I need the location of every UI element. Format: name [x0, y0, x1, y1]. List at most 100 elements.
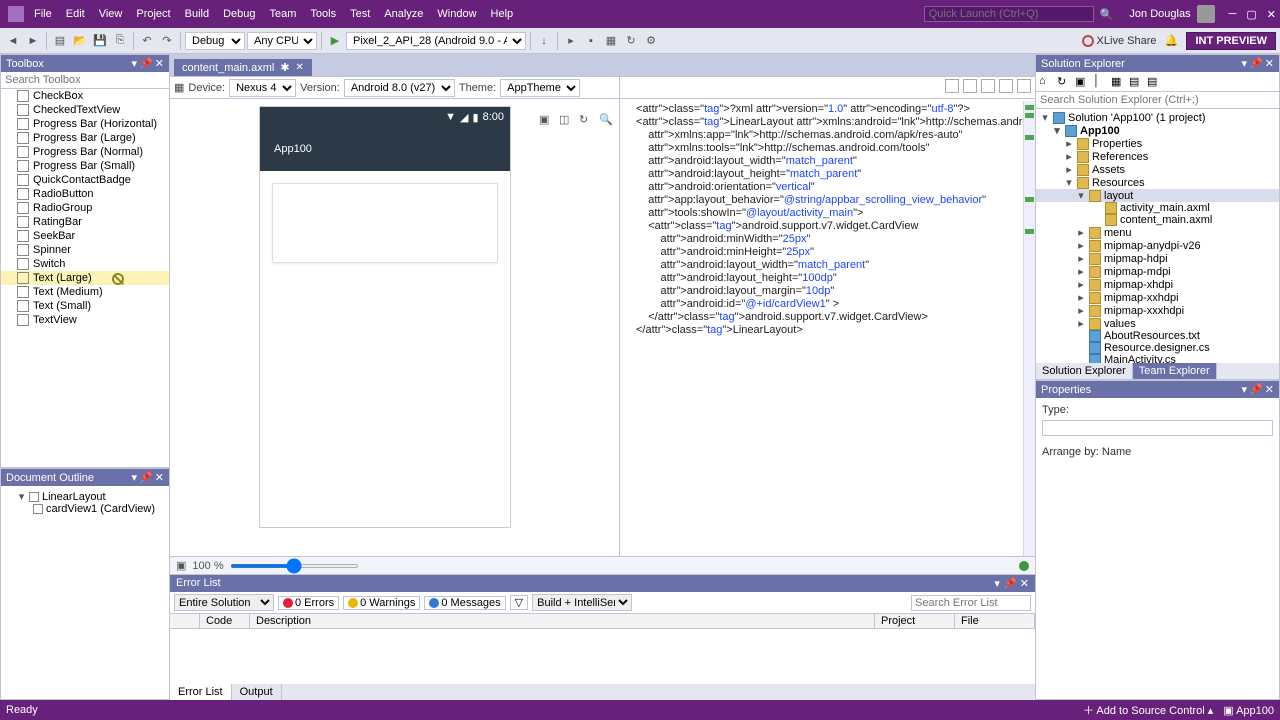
toolbox-item[interactable]: QuickContactBadge [1, 173, 169, 187]
minimize-icon[interactable]: ─ [1229, 8, 1237, 20]
menu-team[interactable]: Team [264, 6, 303, 22]
toolbox-item[interactable]: Switch [1, 257, 169, 271]
menu-test[interactable]: Test [344, 6, 376, 22]
int-preview-button[interactable]: INT PREVIEW [1186, 32, 1276, 50]
menu-project[interactable]: Project [130, 6, 176, 22]
gear-icon[interactable]: ⚙ [642, 32, 660, 50]
solution-search-input[interactable] [1036, 92, 1279, 108]
toolbox-item[interactable]: RatingBar [1, 215, 169, 229]
tree-row[interactable]: ▸menu [1036, 226, 1279, 239]
undo-icon[interactable]: ↶ [138, 32, 156, 50]
source-select[interactable]: Build + IntelliSense [532, 594, 632, 611]
toolbox-item[interactable]: RadioButton [1, 187, 169, 201]
tree-row[interactable]: ▸values [1036, 317, 1279, 330]
toolbox-item[interactable]: RadioGroup [1, 201, 169, 215]
add-source-control[interactable]: ＋ Add to Source Control ▴ [1083, 702, 1213, 718]
close-panel-icon[interactable]: ✕ [155, 471, 164, 484]
save-all-icon[interactable]: ⎘ [111, 32, 129, 50]
dropdown-icon[interactable]: ▾ [1242, 383, 1248, 396]
properties-icon[interactable]: ▤ [1129, 75, 1143, 89]
zoom-slider[interactable] [230, 564, 359, 568]
menu-help[interactable]: Help [485, 6, 520, 22]
close-panel-icon[interactable]: ✕ [155, 57, 164, 70]
pin-icon[interactable]: 📌 [1249, 57, 1263, 70]
tree-row[interactable]: ▸mipmap-xxxhdpi [1036, 304, 1279, 317]
toolbox-item[interactable]: Spinner [1, 243, 169, 257]
menu-window[interactable]: Window [431, 6, 482, 22]
scope-select[interactable]: Entire Solution [174, 594, 274, 611]
toolbox-item[interactable]: Text (Large) [1, 271, 169, 285]
config-select[interactable]: Debug [185, 32, 245, 50]
pin-icon[interactable]: 📌 [139, 471, 153, 484]
dropdown-icon[interactable]: ▾ [132, 471, 138, 484]
toolbox-item[interactable]: SeekBar [1, 229, 169, 243]
step2-icon[interactable]: ▪ [582, 32, 600, 50]
refresh-icon[interactable]: ↻ [622, 32, 640, 50]
fit-icon[interactable]: ▣ [176, 559, 186, 572]
device-select[interactable]: Pixel_2_API_28 (Android 9.0 - API 28) [346, 32, 526, 50]
open-icon[interactable]: 📂 [71, 32, 89, 50]
tree-row[interactable]: ▾Resources [1036, 176, 1279, 189]
toolbox-item[interactable]: Text (Small) [1, 299, 169, 313]
zoom-icon[interactable]: ▣ [539, 113, 553, 127]
tree-row[interactable]: ▾App100 [1036, 124, 1279, 137]
tab-solution-explorer[interactable]: Solution Explorer [1036, 363, 1133, 379]
menu-file[interactable]: File [28, 6, 58, 22]
errors-filter[interactable]: 0 Errors [278, 596, 339, 610]
scroll-marker-bar[interactable] [1023, 101, 1035, 556]
tree-row[interactable]: ▸mipmap-hdpi [1036, 252, 1279, 265]
tree-row[interactable]: ▸Properties [1036, 137, 1279, 150]
toolbox-item[interactable]: CheckedTextView [1, 103, 169, 117]
tree-row[interactable]: MainActivity.cs [1036, 354, 1279, 363]
tree-row[interactable]: ▸References [1036, 150, 1279, 163]
close-panel-icon[interactable]: ✕ [1265, 383, 1274, 396]
tab-errorlist[interactable]: Error List [170, 684, 232, 700]
close-icon[interactable]: ✕ [1267, 8, 1276, 21]
collapse-icon[interactable]: ▣ [1075, 75, 1089, 89]
errorlist-search-input[interactable] [911, 595, 1031, 611]
quick-launch-input[interactable] [924, 6, 1094, 22]
outline-row[interactable]: ▾LinearLayout [3, 490, 167, 503]
tree-row[interactable]: ▾layout [1036, 189, 1279, 202]
type-input[interactable] [1042, 420, 1273, 436]
search-icon[interactable]: 🔍 [1100, 8, 1114, 21]
toolbox-item[interactable]: Text (Medium) [1, 285, 169, 299]
close-tab-icon[interactable]: ✕ [296, 62, 304, 73]
menu-analyze[interactable]: Analyze [378, 6, 429, 22]
search-icon[interactable]: 🔍 [599, 113, 613, 127]
tree-row[interactable]: ▸mipmap-anydpi-v26 [1036, 239, 1279, 252]
dropdown-icon[interactable]: ▾ [132, 57, 138, 70]
tree-row[interactable]: ▸Assets [1036, 163, 1279, 176]
tree-row[interactable]: Resource.designer.cs [1036, 342, 1279, 354]
dropdown-icon[interactable]: ▾ [1242, 57, 1248, 70]
toolbox-item[interactable]: Progress Bar (Large) [1, 131, 169, 145]
dropdown-icon[interactable]: ▾ [994, 578, 1000, 590]
pin-icon[interactable]: 📌 [139, 57, 153, 70]
card-view[interactable] [272, 183, 498, 263]
maximize-icon[interactable]: ▢ [1246, 8, 1256, 21]
save-icon[interactable]: 💾 [91, 32, 109, 50]
tree-row[interactable]: content_main.axml [1036, 214, 1279, 226]
pin-icon[interactable]: 📌 [1249, 383, 1263, 396]
grid-icon[interactable]: ▦ [602, 32, 620, 50]
step-icon[interactable]: ▸ [562, 32, 580, 50]
close-panel-icon[interactable]: ✕ [1020, 578, 1029, 590]
design-surface[interactable]: ▣◫↻🔍 ▼◢▮8:00 App100 [170, 77, 620, 574]
tree-row[interactable]: ▾Solution 'App100' (1 project) [1036, 111, 1279, 124]
tab-content-main[interactable]: content_main.axml✱✕ [174, 59, 312, 76]
arrange-label[interactable]: Arrange by: Name [1042, 446, 1273, 458]
menu-build[interactable]: Build [179, 6, 215, 22]
tree-row[interactable]: AboutResources.txt [1036, 330, 1279, 342]
user-name[interactable]: Jon Douglas [1129, 8, 1190, 20]
tree-row[interactable]: ▸mipmap-mdpi [1036, 265, 1279, 278]
avatar[interactable] [1197, 5, 1215, 23]
preview-icon[interactable]: ▤ [1147, 75, 1161, 89]
menu-view[interactable]: View [93, 6, 129, 22]
fit-icon[interactable]: ◫ [559, 113, 573, 127]
messages-filter[interactable]: 0 Messages [424, 596, 505, 610]
menu-edit[interactable]: Edit [60, 6, 91, 22]
arrow-down-icon[interactable]: ↓ [535, 32, 553, 50]
play-icon[interactable]: ▶ [326, 32, 344, 50]
tab-output[interactable]: Output [232, 684, 282, 700]
toolbox-item[interactable]: Progress Bar (Small) [1, 159, 169, 173]
